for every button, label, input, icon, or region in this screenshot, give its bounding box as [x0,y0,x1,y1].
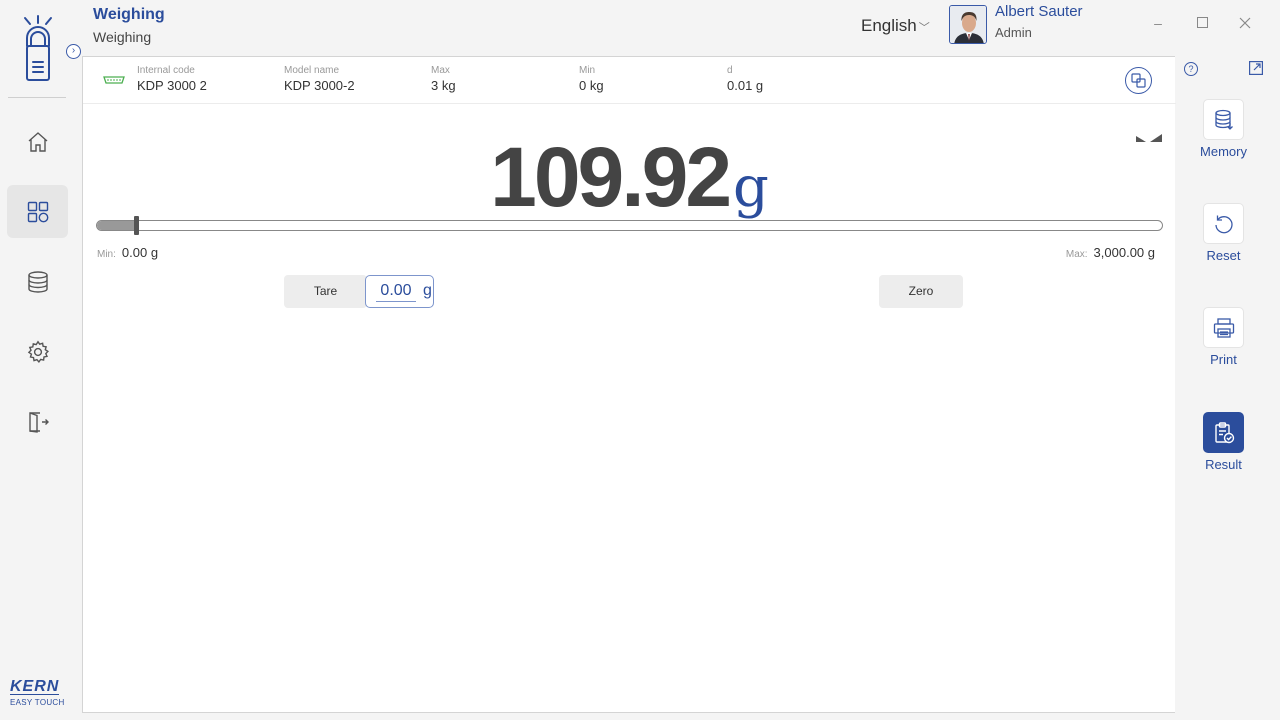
language-label: English [861,16,917,35]
max-capacity: Max 3 kg [431,65,456,93]
user-portrait-icon [950,6,986,43]
close-icon [1239,17,1251,29]
chevron-down-icon: ﹀ [918,22,930,34]
model-name-value: KDP 3000-2 [284,78,355,93]
database-icon [27,270,48,293]
maximize-icon [1196,17,1208,28]
switch-balance-button[interactable] [1125,67,1152,94]
result-label: Result [1205,457,1242,472]
print-button[interactable] [1203,307,1244,348]
internal-code: Internal code KDP 3000 2 [137,65,207,93]
help-button[interactable]: ? [1184,62,1198,76]
reset-label: Reset [1206,248,1241,263]
range-max: Max: 3,000.00 g [1066,245,1155,260]
printer-icon [1213,317,1234,338]
grid-icon [27,201,48,222]
range-max-value: 3,000.00 g [1093,245,1155,260]
tare-button[interactable]: Tare [284,275,367,308]
brand-tagline: EASY TOUCH [10,698,65,707]
range-min: Min: 0.00 g [97,245,158,260]
min-capacity: Min 0 kg [579,65,604,93]
page-title: Weighing [93,6,165,23]
readability-label: d [727,65,733,76]
reset-button[interactable] [1203,203,1244,244]
range-min-label: Min: [97,249,116,260]
kern-logo-icon [24,15,52,81]
brand-name: KERN [10,678,60,695]
nav-home[interactable] [7,115,68,168]
capacity-fill [97,221,136,230]
readability: d 0.01 g [727,65,763,93]
internal-code-value: KDP 3000 2 [137,78,207,93]
capacity-bar [96,216,1163,235]
min-label: Min [579,65,596,76]
range-max-label: Max: [1065,249,1088,260]
min-value: 0 kg [579,78,604,93]
weighing-panel: Internal code KDP 3000 2 Model name KDP … [82,56,1176,713]
max-label: Max [431,65,450,76]
clipboard-check-icon [1214,421,1234,443]
page-subtitle: Weighing [93,29,152,45]
user-name: Albert Sauter [995,3,1083,20]
memory-button[interactable] [1203,99,1244,140]
range-min-value: 0.00 g [121,245,159,260]
gear-icon [27,340,49,363]
brand-logo: KERN EASY TOUCH [10,678,66,707]
user-role: Admin [995,25,1032,40]
exit-icon [28,411,49,433]
stability-indicator-icon [1136,134,1162,142]
model-name: Model name KDP 3000-2 [284,65,355,93]
close-button[interactable] [1235,13,1255,33]
minimize-button[interactable]: – [1148,13,1168,33]
nav-database[interactable] [7,255,68,308]
side-rail: KERN EASY TOUCH [0,0,75,720]
switch-scale-icon [1131,73,1146,88]
fullscreen-icon[interactable] [1249,61,1263,75]
nav-logout[interactable] [7,395,68,448]
max-value: 3 kg [431,78,456,93]
maximize-button[interactable] [1192,13,1212,33]
tare-unit: g [423,282,432,299]
model-name-label: Model name [284,65,340,76]
memory-label: Memory [1200,144,1247,159]
balance-info-bar: Internal code KDP 3000 2 Model name KDP … [83,57,1176,104]
nav-settings[interactable] [7,325,68,378]
balance-icon [103,76,125,84]
print-label: Print [1210,352,1237,367]
weight-value: 109.92 [490,130,732,224]
nav-applications[interactable] [7,185,68,238]
home-icon [28,131,47,152]
expand-sidebar-button[interactable]: › [66,44,81,59]
tare-value[interactable]: 0.00 [376,281,416,302]
language-select[interactable]: English ﹀ [861,16,930,36]
memory-database-icon [1214,109,1233,130]
avatar[interactable] [949,5,987,44]
rail-divider [8,97,66,98]
readability-value: 0.01 g [727,78,764,93]
weight-unit: g [733,155,769,220]
reset-icon [1214,215,1233,233]
internal-code-label: Internal code [137,65,195,76]
capacity-marker [134,216,139,235]
weight-display: 109.92g [83,129,1176,226]
app-window: KERN EASY TOUCH › Weighing Weighing Engl… [0,0,1280,720]
zero-button[interactable]: Zero [879,275,963,308]
result-button[interactable] [1203,412,1244,453]
tare-value-input[interactable]: 0.00 g [365,275,434,308]
